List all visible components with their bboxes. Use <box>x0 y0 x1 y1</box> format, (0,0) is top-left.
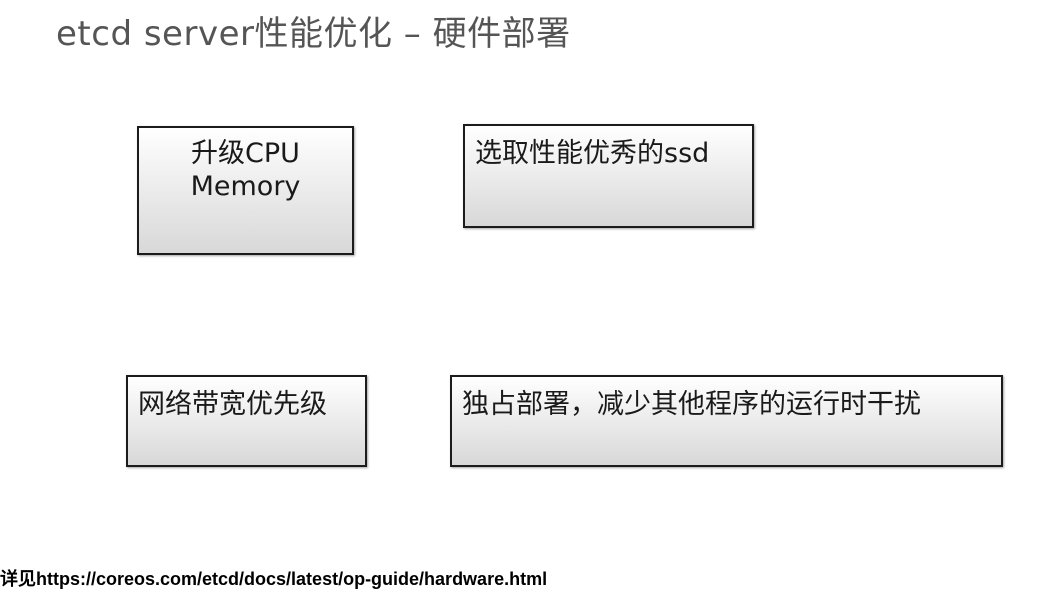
box-dedicated-text: 独占部署，减少其他程序的运行时干扰 <box>462 389 921 420</box>
box-cpu-line1: 升级CPU <box>191 138 300 169</box>
hardware-guide-link[interactable]: https://coreos.com/etcd/docs/latest/op-g… <box>36 569 547 589</box>
box-network-text: 网络带宽优先级 <box>138 389 327 420</box>
page-title: etcd server性能优化 – 硬件部署 <box>56 14 571 54</box>
footer-prefix: 详见 <box>0 569 36 589</box>
network-bandwidth-box: 网络带宽优先级 <box>126 375 367 467</box>
box-ssd-text: 选取性能优秀的ssd <box>475 138 710 169</box>
box-cpu-line2: Memory <box>190 170 301 202</box>
ssd-box: 选取性能优秀的ssd <box>463 124 754 228</box>
upgrade-cpu-memory-box: 升级CPU Memory <box>137 126 354 255</box>
footer-note: 详见https://coreos.com/etcd/docs/latest/op… <box>0 565 547 591</box>
dedicated-deployment-box: 独占部署，减少其他程序的运行时干扰 <box>450 375 1003 467</box>
